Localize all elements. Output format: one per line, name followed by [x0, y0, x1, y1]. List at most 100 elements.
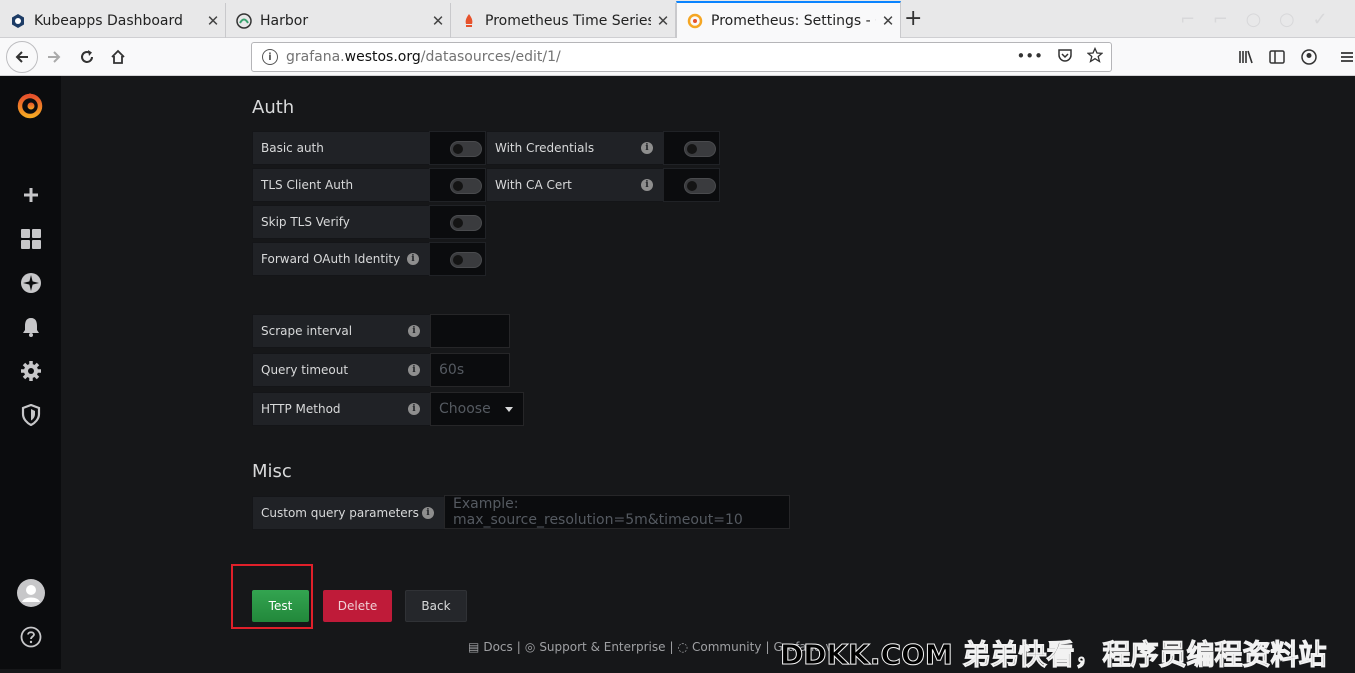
custom-query-input[interactable]: Example: max_source_resolution=5m&timeou…	[444, 495, 790, 529]
with-credentials-text: With Credentials	[495, 141, 595, 155]
close-icon[interactable]: ✕	[201, 12, 225, 30]
toggle-switch[interactable]	[684, 141, 716, 157]
toggle-switch[interactable]	[450, 141, 482, 157]
caret-down-icon	[505, 407, 513, 412]
tab-prometheus-settings[interactable]: Prometheus: Settings - G ✕	[676, 1, 901, 38]
home-icon[interactable]	[104, 44, 132, 70]
page-actions-icon[interactable]: •••	[1016, 47, 1043, 67]
bookmark-star-icon[interactable]	[1086, 46, 1104, 67]
grafana-side-menu	[0, 76, 61, 669]
url-host: westos.org	[344, 49, 421, 65]
prometheus-icon	[461, 13, 477, 29]
configuration-gear-icon[interactable]	[18, 358, 44, 384]
support-icon: ◎	[524, 640, 536, 654]
tls-client-auth-toggle[interactable]	[429, 168, 486, 202]
misc-section-title: Misc	[252, 461, 292, 482]
scrape-interval-input[interactable]	[430, 314, 510, 348]
with-ca-cert-toggle[interactable]	[663, 168, 720, 202]
query-timeout-text: Query timeout	[261, 363, 349, 377]
pocket-icon[interactable]	[1057, 47, 1073, 67]
tls-client-auth-label: TLS Client Auth	[252, 168, 430, 202]
test-button[interactable]: Test	[252, 590, 309, 622]
http-method-label: HTTP Method i	[252, 392, 431, 426]
forward-oauth-text: Forward OAuth Identity	[261, 252, 401, 266]
tab-kubeapps[interactable]: Kubeapps Dashboard ✕	[0, 3, 226, 38]
separator: |	[765, 640, 770, 654]
footer-support-link[interactable]: Support & Enterprise	[539, 640, 665, 654]
forward-arrow-icon[interactable]	[40, 44, 68, 70]
tab-label: Kubeapps Dashboard	[34, 12, 183, 29]
toggle-switch[interactable]	[684, 178, 716, 194]
browser-tab-bar: Kubeapps Dashboard ✕ Harbor ✕ Prometheus…	[0, 0, 1355, 38]
dashboards-icon[interactable]	[18, 226, 44, 252]
url-prefix: grafana.	[286, 49, 345, 65]
skip-tls-verify-label: Skip TLS Verify	[252, 205, 430, 239]
separator: |	[669, 640, 674, 654]
delete-button[interactable]: Delete	[323, 590, 392, 622]
grafana-logo-icon[interactable]	[14, 89, 46, 121]
custom-query-label: Custom query parameters i	[252, 496, 445, 530]
library-icon[interactable]	[1232, 44, 1260, 70]
info-icon[interactable]: i	[407, 253, 419, 265]
reload-icon[interactable]	[73, 44, 101, 70]
skip-tls-verify-toggle[interactable]	[429, 205, 486, 239]
http-method-text: HTTP Method	[261, 402, 341, 416]
info-icon[interactable]: i	[408, 403, 420, 415]
alerting-bell-icon[interactable]	[18, 314, 44, 340]
back-button[interactable]: Back	[405, 590, 467, 622]
basic-auth-toggle[interactable]	[429, 131, 486, 165]
kubeapps-icon	[10, 13, 26, 29]
with-credentials-toggle[interactable]	[663, 131, 720, 165]
tab-harbor[interactable]: Harbor ✕	[226, 3, 451, 38]
browser-nav-bar: i grafana. westos.org /datasources/edit/…	[0, 38, 1355, 76]
tab-label: Prometheus: Settings - G	[711, 12, 876, 29]
toggle-switch[interactable]	[450, 252, 482, 268]
footer-community-link[interactable]: Community	[692, 640, 761, 654]
tab-label: Harbor	[260, 12, 309, 29]
grafana-icon	[687, 13, 703, 29]
create-plus-icon[interactable]	[18, 182, 44, 208]
info-icon[interactable]: i	[408, 364, 420, 376]
with-ca-cert-text: With CA Cert	[495, 178, 572, 192]
harbor-icon	[236, 12, 252, 29]
page-info-icon[interactable]: i	[262, 49, 278, 65]
decorative-window-controls: ⌐ ⌐ ○ ○ ✓	[1180, 9, 1334, 30]
explore-compass-icon[interactable]	[18, 270, 44, 296]
toggle-switch[interactable]	[450, 215, 482, 231]
account-icon[interactable]	[1295, 44, 1323, 70]
close-icon[interactable]: ✕	[651, 12, 675, 30]
server-admin-shield-icon[interactable]	[18, 402, 44, 428]
close-icon[interactable]: ✕	[876, 12, 900, 30]
help-question-icon[interactable]	[18, 624, 44, 650]
query-timeout-input[interactable]: 60s	[430, 353, 510, 387]
menu-icon[interactable]	[1333, 44, 1355, 70]
with-credentials-label: With Credentials i	[486, 131, 664, 165]
scrape-interval-text: Scrape interval	[261, 324, 353, 338]
separator: |	[516, 640, 521, 654]
forward-oauth-toggle[interactable]	[429, 242, 486, 276]
info-icon[interactable]: i	[641, 142, 653, 154]
footer-docs-link[interactable]: Docs	[483, 640, 512, 654]
http-method-value: Choose	[439, 401, 491, 417]
custom-query-text: Custom query parameters	[261, 506, 419, 520]
tab-prometheus-time-series[interactable]: Prometheus Time Series C ✕	[451, 3, 676, 38]
forward-oauth-label: Forward OAuth Identity i	[252, 242, 430, 276]
close-icon[interactable]: ✕	[426, 12, 450, 30]
url-bar[interactable]: i grafana. westos.org /datasources/edit/…	[251, 42, 1112, 72]
http-method-select[interactable]: Choose	[430, 392, 524, 426]
new-tab-button[interactable]: +	[904, 6, 922, 31]
scrape-interval-label: Scrape interval i	[252, 314, 431, 348]
user-avatar-icon[interactable]	[17, 579, 45, 607]
sidebar-toggle-icon[interactable]	[1263, 44, 1291, 70]
info-icon[interactable]: i	[422, 507, 434, 519]
with-ca-cert-label: With CA Cert i	[486, 168, 664, 202]
info-icon[interactable]: i	[641, 179, 653, 191]
back-arrow-icon[interactable]	[6, 41, 38, 73]
toggle-switch[interactable]	[450, 178, 482, 194]
info-icon[interactable]: i	[408, 325, 420, 337]
community-icon: ◌	[677, 640, 688, 654]
docs-icon: ▤	[468, 640, 480, 654]
watermark-text: DDKK.COM 弟弟快看，程序员编程资料站	[779, 638, 1327, 672]
basic-auth-label: Basic auth	[252, 131, 430, 165]
tab-label: Prometheus Time Series C	[485, 12, 651, 29]
